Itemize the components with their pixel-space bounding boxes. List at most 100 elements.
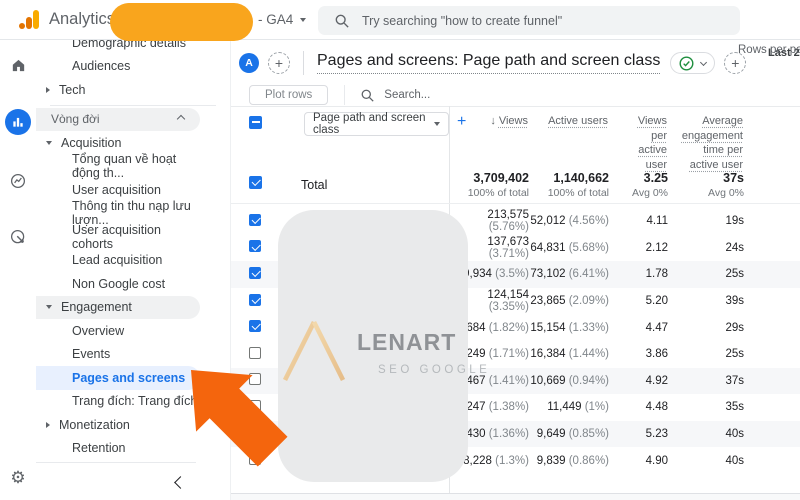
- row-views-per-user: 5.20: [609, 295, 668, 307]
- sidebar-item-label: Retention: [72, 441, 126, 456]
- analytics-logo-icon: [19, 10, 39, 29]
- row-checkbox-cell: [231, 346, 269, 362]
- comparison-avatar[interactable]: A: [239, 53, 259, 73]
- sidebar-item-retention[interactable]: Retention: [36, 437, 200, 461]
- sidebar-divider: [50, 104, 216, 106]
- row-avg-engagement-value: 39s: [725, 295, 744, 308]
- row-active-users-value: 52,012: [530, 215, 566, 228]
- report-status-pill[interactable]: [670, 52, 716, 74]
- row-avg-engagement-value: 35s: [725, 401, 744, 414]
- row-active-users: 64,831 (5.68%): [529, 242, 609, 254]
- column-header[interactable]: Average engagement time per active user: [682, 114, 743, 172]
- row-avg-engagement-value: 37s: [725, 374, 744, 387]
- row-active-users: 9,839 (0.86%): [529, 455, 609, 467]
- sidebar-item-pages-and-screens[interactable]: Pages and screens: [36, 366, 200, 390]
- global-search-input[interactable]: Try searching "how to create funnel": [318, 6, 740, 35]
- reports-icon[interactable]: [5, 109, 31, 135]
- column-header-label: active: [638, 144, 667, 156]
- watermark-tagline: SEO GOOGLE: [378, 364, 491, 376]
- row-checkbox[interactable]: [249, 213, 261, 226]
- sidebar-item-events[interactable]: Events: [36, 343, 200, 367]
- total-views-sub: 100% of total: [467, 186, 529, 199]
- total-views: 3,709,402: [473, 170, 529, 185]
- column-header[interactable]: Active users: [548, 114, 608, 129]
- plot-rows-button[interactable]: Plot rows: [249, 85, 329, 105]
- row-checkbox-cell: [231, 240, 269, 255]
- sidebar-item-label: Demographic details: [72, 40, 186, 50]
- row-avg-engagement: 29s: [668, 322, 744, 334]
- row-active-users: 23,865 (2.09%): [529, 295, 609, 307]
- column-header-label: engagement: [681, 129, 743, 142]
- sidebar-item-user-acquisition-cohorts[interactable]: User acquisition cohorts: [36, 223, 200, 251]
- home-icon[interactable]: [5, 52, 31, 78]
- table-search-input[interactable]: Search...: [361, 89, 430, 102]
- table-header: Page path and screen class + ↓ Views Activ…: [231, 106, 800, 171]
- row-checkbox[interactable]: [249, 266, 261, 279]
- row-views-per-user-value: 3.86: [645, 348, 668, 361]
- icon-rail: ⚙: [0, 40, 36, 500]
- sidebar-item-lead-acquisition[interactable]: Lead acquisition: [36, 249, 200, 273]
- total-active-users-sub: 100% of total: [547, 186, 609, 199]
- sidebar-item-user-acquisition[interactable]: User acquisition: [36, 178, 200, 202]
- row-active-users-percent: (0.94%): [565, 374, 609, 387]
- select-all-checkbox[interactable]: [249, 116, 262, 129]
- sidebar-item-acquisition[interactable]: Acquisition: [36, 131, 200, 155]
- row-views-per-user-value: 4.11: [646, 215, 668, 228]
- row-views-percent: (5.76%): [488, 221, 529, 234]
- sidebar-item-audiences[interactable]: Audiences: [36, 55, 200, 79]
- column-header-label: Average: [702, 115, 743, 127]
- explore-icon[interactable]: [5, 168, 31, 194]
- property-switcher[interactable]: - GA4: [258, 12, 315, 27]
- row-checkbox-cell: [231, 266, 269, 282]
- settings-gear-icon[interactable]: ⚙: [5, 464, 31, 490]
- row-checkbox-cell: [231, 213, 269, 229]
- sidebar-item-monetization[interactable]: Monetization: [36, 413, 200, 437]
- column-header[interactable]: Views per active user: [638, 114, 667, 172]
- sidebar-item-label: Lead acquisition: [72, 253, 163, 268]
- sidebar-item-label: Audiences: [72, 59, 131, 74]
- sidebar-item-tech[interactable]: Tech: [36, 78, 200, 102]
- total-checkbox[interactable]: [249, 175, 262, 189]
- row-views-value: 137,673: [487, 235, 529, 248]
- row-views-per-user: 5.23: [609, 428, 668, 440]
- table-toolbar: Plot rows Search...: [231, 84, 800, 106]
- row-checkbox[interactable]: [249, 293, 261, 306]
- sidebar-item-non-google-cost[interactable]: Non Google cost: [36, 272, 200, 296]
- row-avg-engagement: 39s: [668, 295, 744, 307]
- row-views-per-user: 4.92: [609, 375, 668, 387]
- sidebar-item-label: Acquisition: [61, 135, 122, 150]
- sidebar-item-lifecycle[interactable]: Vòng đời: [36, 107, 200, 131]
- row-views-per-user-value: 5.20: [645, 295, 668, 308]
- sidebar-item-traffic-acquisition[interactable]: Thông tin thu nạp lưu lượn...: [36, 199, 200, 227]
- collapse-sidebar-icon[interactable]: [174, 476, 187, 489]
- row-avg-engagement-value: 24s: [725, 241, 744, 254]
- property-suffix: - GA4: [258, 12, 294, 27]
- add-report-icon[interactable]: +: [724, 52, 747, 74]
- add-dimension-icon[interactable]: +: [457, 113, 466, 131]
- sidebar-item-demographic-details[interactable]: Demographic details: [36, 40, 200, 55]
- column-header[interactable]: ↓ Views: [490, 114, 528, 129]
- column-header-label: Views: [637, 115, 667, 127]
- sidebar-item-landing-page[interactable]: Trang đích: Trang đích: [36, 390, 200, 414]
- dimension-selector-dropdown[interactable]: Page path and screen class: [304, 112, 449, 136]
- row-views-percent: (1.36%): [485, 428, 529, 441]
- chevron-down-icon: [700, 58, 708, 66]
- row-checkbox[interactable]: [249, 346, 261, 359]
- report-title[interactable]: Pages and screens: Page path and screen …: [317, 52, 661, 74]
- chevron-down-icon: [434, 122, 440, 126]
- row-checkbox[interactable]: [249, 320, 261, 333]
- advertising-icon[interactable]: [5, 224, 31, 250]
- sidebar-item-engagement[interactable]: Engagement: [36, 295, 200, 319]
- ga4-analytics-app: { "colors": { "accent_blue": "#1a73e8", …: [0, 0, 800, 500]
- dimension-selector-label: Page path and screen class: [313, 112, 426, 136]
- column-header-label: time per: [703, 144, 743, 156]
- row-avg-engagement-value: 29s: [725, 321, 744, 334]
- sidebar-item-overview[interactable]: Overview: [36, 319, 200, 343]
- total-avg-engagement-sub: Avg 0%: [708, 186, 744, 199]
- sidebar-item-acquisition-overview[interactable]: Tổng quan về hoạt động th...: [36, 152, 200, 180]
- row-views-percent: (3.5%): [491, 268, 529, 281]
- row-checkbox[interactable]: [249, 240, 261, 253]
- row-active-users: 16,384 (1.44%): [529, 348, 609, 360]
- brand-title: Analytics: [49, 10, 116, 28]
- add-comparison-icon[interactable]: +: [268, 52, 290, 74]
